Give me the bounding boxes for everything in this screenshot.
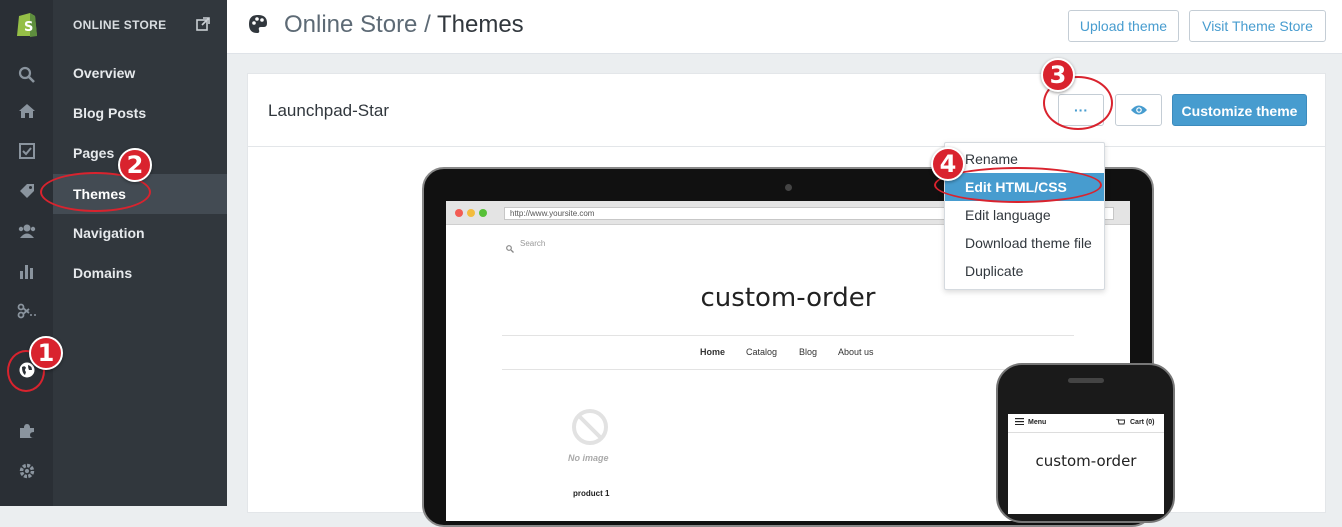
site-nav-blog: Blog	[799, 347, 818, 357]
cart-icon	[1116, 418, 1126, 428]
annotation-badge-2: 2	[118, 148, 152, 182]
phone-speaker	[1068, 378, 1104, 383]
orders-icon[interactable]	[0, 136, 53, 166]
top-bar: Online Store / Themes Upload theme Visit…	[227, 0, 1342, 54]
minimize-dot-icon	[467, 209, 475, 217]
online-store-nav: ONLINE STORE Overview Blog Posts Pages T…	[53, 0, 227, 506]
divider	[502, 369, 1074, 370]
nav-header: ONLINE STORE	[73, 18, 167, 32]
more-actions-menu: Rename Edit HTML/CSS Edit language Downl…	[944, 142, 1105, 290]
breadcrumb-online-store[interactable]: Online Store	[284, 11, 417, 38]
nav-item-navigation[interactable]: Navigation	[53, 213, 227, 253]
phone-screen: Menu Cart (0) custom-order	[1008, 414, 1164, 514]
site-search-icon	[506, 240, 514, 258]
customers-icon[interactable]	[0, 216, 53, 246]
phone-cart-label: Cart (0)	[1130, 419, 1155, 426]
close-dot-icon	[455, 209, 463, 217]
annotation-badge-3: 3	[1041, 58, 1075, 92]
phone-site-title: custom-order	[1035, 452, 1137, 470]
settings-gear-icon[interactable]	[0, 456, 53, 486]
theme-card-header: Launchpad-Star ··· Customize theme	[248, 74, 1325, 147]
upload-theme-button[interactable]: Upload theme	[1068, 10, 1179, 42]
annotation-badge-1: 1	[29, 336, 63, 370]
phone-menu-label: Menu	[1028, 419, 1047, 426]
theme-name: Launchpad-Star	[268, 101, 389, 120]
preview-button[interactable]	[1115, 94, 1162, 126]
apps-puzzle-icon[interactable]	[0, 416, 53, 446]
annotation-badge-4: 4	[931, 147, 965, 181]
page-title: Online Store / Themes	[284, 11, 524, 39]
nav-item-overview[interactable]: Overview	[53, 53, 227, 93]
no-image-label: No image	[568, 453, 609, 463]
shopify-logo-icon[interactable]: S	[0, 8, 53, 40]
icon-bar: S	[0, 0, 53, 506]
site-nav-home: Home	[700, 347, 726, 357]
customize-theme-button[interactable]: Customize theme	[1172, 94, 1307, 126]
camera-icon	[785, 184, 792, 191]
external-link-icon[interactable]	[196, 17, 210, 36]
breadcrumb-separator: /	[424, 11, 431, 38]
svg-text:S: S	[24, 20, 33, 35]
site-nav-catalog: Catalog	[746, 347, 778, 357]
discounts-icon[interactable]	[0, 296, 53, 326]
breadcrumb-current: Themes	[436, 11, 524, 38]
hamburger-icon	[1015, 418, 1024, 427]
site-search-label: Search	[520, 239, 546, 248]
menu-item-edit-language[interactable]: Edit language	[945, 201, 1104, 229]
menu-item-download-theme[interactable]: Download theme file	[945, 229, 1104, 257]
home-icon[interactable]	[0, 96, 53, 126]
phone-header: Menu Cart (0)	[1008, 414, 1164, 433]
nav-item-domains[interactable]: Domains	[53, 253, 227, 293]
nav-item-blog-posts[interactable]: Blog Posts	[53, 93, 227, 133]
product-title: product 1	[573, 489, 610, 498]
divider	[502, 335, 1074, 336]
no-image-icon	[571, 408, 609, 451]
site-nav-about: About us	[838, 347, 874, 357]
reports-icon[interactable]	[0, 256, 53, 286]
menu-item-duplicate[interactable]: Duplicate	[945, 257, 1104, 285]
maximize-dot-icon	[479, 209, 487, 217]
visit-theme-store-button[interactable]: Visit Theme Store	[1189, 10, 1326, 42]
eye-icon	[1130, 105, 1147, 115]
search-icon[interactable]	[0, 60, 53, 90]
theme-palette-icon	[247, 13, 269, 40]
